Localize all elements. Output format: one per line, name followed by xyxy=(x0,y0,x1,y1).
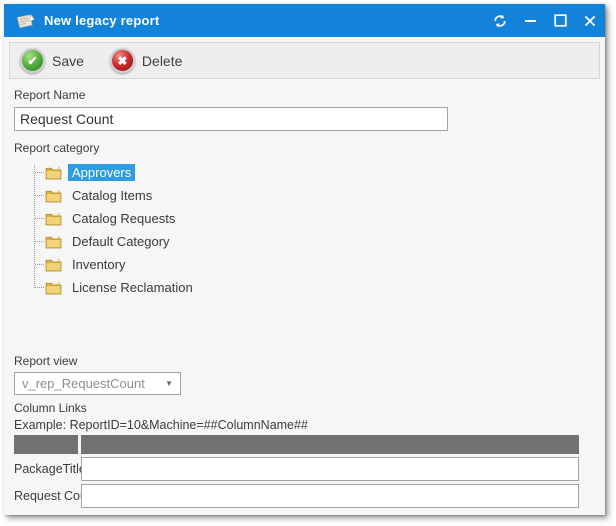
column-link-input-packagetitle[interactable] xyxy=(81,457,579,481)
report-pen-icon xyxy=(15,13,35,29)
tree-item-label: Approvers xyxy=(68,164,135,181)
tree-item-catalog-requests[interactable]: Catalog Requests xyxy=(26,207,595,230)
folder-icon xyxy=(45,212,62,226)
column-links-header-cell-right xyxy=(81,435,579,454)
report-name-input[interactable] xyxy=(14,107,448,131)
minimize-bar-icon xyxy=(525,20,536,22)
tree-item-approvers[interactable]: Approvers xyxy=(26,161,595,184)
folder-icon xyxy=(45,166,62,180)
column-link-input-request-count[interactable] xyxy=(81,484,579,508)
refresh-arrows-icon xyxy=(493,14,507,28)
column-row-label-request-count: Request Count xyxy=(14,489,78,503)
chevron-down-icon: ▼ xyxy=(165,379,173,388)
close-x-icon xyxy=(584,15,596,27)
tree-item-label: License Reclamation xyxy=(68,279,197,296)
folder-icon xyxy=(45,281,62,295)
tree-item-label: Inventory xyxy=(68,256,129,273)
report-view-value: v_rep_RequestCount xyxy=(22,376,145,391)
folder-icon xyxy=(45,258,62,272)
report-category-tree: Approvers Catalog Items Catalog Requests xyxy=(26,161,595,299)
column-links-header-cell-left xyxy=(14,435,78,454)
report-view-dropdown[interactable]: v_rep_RequestCount ▼ xyxy=(14,372,181,395)
maximize-box-icon xyxy=(554,14,567,27)
tree-item-license-reclamation[interactable]: License Reclamation xyxy=(26,276,595,299)
toolbar: ✔ Save ✖ Delete xyxy=(9,42,600,79)
tree-item-default-category[interactable]: Default Category xyxy=(26,230,595,253)
refresh-button[interactable] xyxy=(485,4,515,37)
form-content: Report Name Report category Approvers Ca… xyxy=(4,88,605,508)
window-controls xyxy=(485,4,605,37)
column-links-label: Column Links xyxy=(14,401,595,415)
dialog-window: New legacy report xyxy=(4,4,605,515)
close-button[interactable] xyxy=(575,4,605,37)
title-bar: New legacy report xyxy=(4,4,605,37)
delete-button-label: Delete xyxy=(142,53,182,69)
maximize-button[interactable] xyxy=(545,4,575,37)
report-category-label: Report category xyxy=(14,141,595,155)
folder-icon xyxy=(45,189,62,203)
tree-item-label: Default Category xyxy=(68,233,174,250)
tree-item-catalog-items[interactable]: Catalog Items xyxy=(26,184,595,207)
folder-icon xyxy=(45,235,62,249)
save-check-icon: ✔ xyxy=(20,48,45,73)
delete-cross-icon: ✖ xyxy=(110,48,135,73)
delete-button[interactable]: ✖ Delete xyxy=(110,48,182,73)
column-links-table: PackageTitle Request Count xyxy=(14,435,579,508)
save-button-label: Save xyxy=(52,53,84,69)
window-title: New legacy report xyxy=(44,13,159,28)
tree-item-label: Catalog Requests xyxy=(68,210,179,227)
column-links-example: Example: ReportID=10&Machine=##ColumnNam… xyxy=(14,418,595,432)
save-button[interactable]: ✔ Save xyxy=(20,48,84,73)
tree-item-label: Catalog Items xyxy=(68,187,156,204)
tree-item-inventory[interactable]: Inventory xyxy=(26,253,595,276)
report-name-label: Report Name xyxy=(14,88,595,102)
report-view-label: Report view xyxy=(14,354,595,368)
minimize-button[interactable] xyxy=(515,4,545,37)
column-row-label-packagetitle: PackageTitle xyxy=(14,462,78,476)
